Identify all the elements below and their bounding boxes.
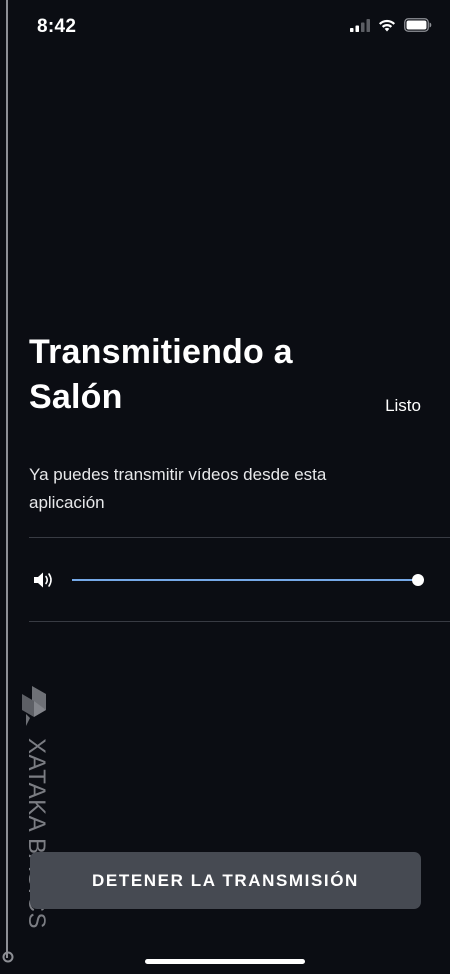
divider xyxy=(29,621,450,622)
status-time: 8:42 xyxy=(37,16,77,37)
watermark-rail xyxy=(6,0,8,958)
battery-icon xyxy=(404,18,432,32)
volume-slider-thumb[interactable] xyxy=(412,574,424,586)
cellular-signal-icon xyxy=(350,18,370,32)
wifi-icon xyxy=(379,19,395,31)
home-indicator[interactable] xyxy=(145,959,305,964)
xataka-logo-icon xyxy=(22,686,46,726)
speaker-icon xyxy=(34,572,52,588)
divider xyxy=(29,537,450,538)
page-title: Transmitiendo a Salón xyxy=(29,333,293,416)
stop-casting-button[interactable]: DETENER LA TRANSMISIÓN xyxy=(30,852,421,909)
status-icons xyxy=(350,18,432,32)
cast-screen: 8:42 XATAKA BASICS Transmitiendo a Salón… xyxy=(0,0,450,974)
watermark-rail-knob xyxy=(2,951,14,963)
status-bar: 8:42 xyxy=(0,0,450,56)
cast-description: Ya puedes transmitir vídeos desde esta a… xyxy=(29,465,327,512)
volume-slider[interactable] xyxy=(72,570,424,590)
done-button[interactable]: Listo xyxy=(385,396,421,416)
volume-slider-fill xyxy=(72,579,418,581)
